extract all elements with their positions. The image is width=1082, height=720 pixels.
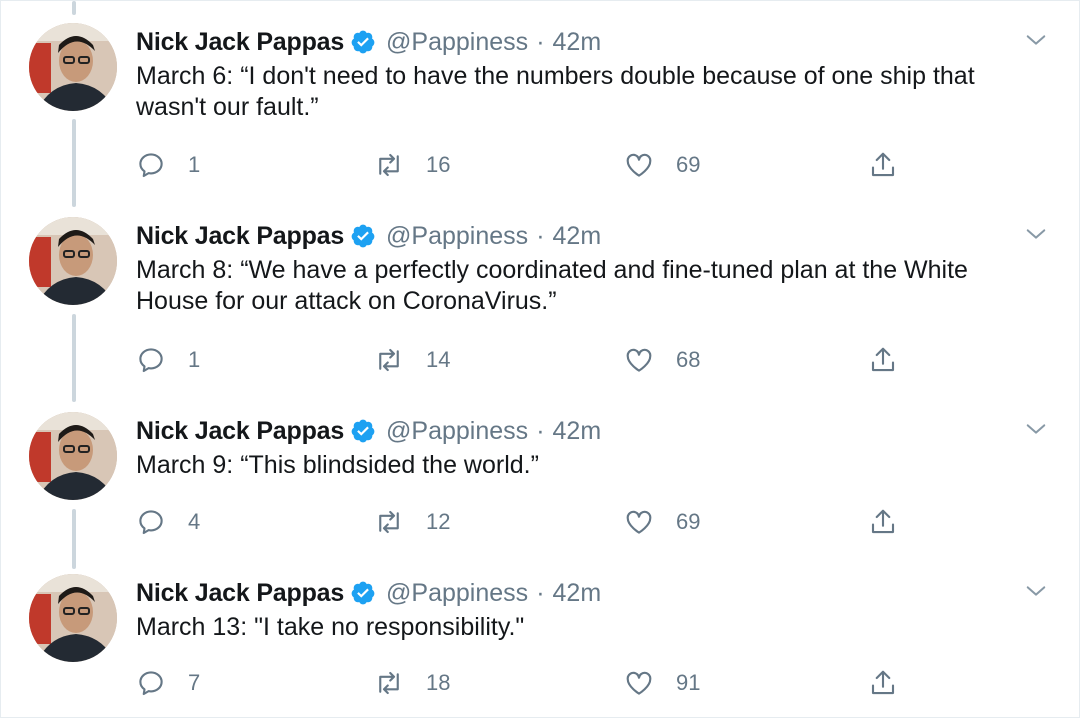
like-count: 91 [676, 670, 701, 695]
author-name[interactable]: Nick Jack Pappas [136, 417, 344, 446]
retweet-count: 18 [426, 670, 451, 695]
retweet-icon [379, 348, 399, 372]
share-button[interactable] [868, 506, 898, 538]
tweet-actions: 1 14 68 [136, 344, 936, 376]
verified-badge-icon [351, 30, 375, 54]
chevron-down-icon[interactable] [1025, 418, 1047, 440]
tweet-actions: 1 16 69 [136, 149, 936, 181]
retweet-button[interactable]: 14 [374, 344, 450, 376]
retweet-icon [379, 671, 399, 695]
retweet-button[interactable]: 18 [374, 667, 450, 699]
reply-button[interactable]: 1 [136, 149, 200, 181]
like-count: 69 [676, 509, 701, 534]
retweet-icon [379, 153, 399, 177]
author-handle[interactable]: @Pappiness [386, 417, 528, 446]
tweet-header: Nick Jack Pappas @Pappiness · 42m [136, 414, 601, 448]
tweet[interactable]: Nick Jack Pappas @Pappiness · 42m March … [1, 574, 1081, 714]
share-button[interactable] [868, 667, 898, 699]
chevron-down-icon[interactable] [1025, 223, 1047, 245]
separator-dot: · [536, 578, 545, 607]
retweet-count: 16 [426, 152, 451, 177]
avatar[interactable] [29, 412, 117, 500]
share-button[interactable] [868, 344, 898, 376]
like-button[interactable]: 91 [624, 667, 700, 699]
verified-badge-icon [351, 581, 375, 605]
share-icon [871, 152, 895, 177]
author-name[interactable]: Nick Jack Pappas [136, 579, 344, 608]
reply-icon [139, 153, 163, 178]
tweet-timestamp[interactable]: 42m [553, 222, 602, 251]
author-handle[interactable]: @Pappiness [386, 579, 528, 608]
tweet-header: Nick Jack Pappas @Pappiness · 42m [136, 25, 601, 59]
separator-dot: · [536, 27, 545, 56]
tweet-text-line: wasn't our fault.” [136, 93, 319, 121]
tweet-text: March 8: “We have a perfectly coordinate… [136, 255, 1048, 317]
share-icon [871, 347, 895, 372]
author-name[interactable]: Nick Jack Pappas [136, 28, 344, 57]
tweet-text-line: March 8: “We have a perfectly coordinate… [136, 256, 968, 284]
like-button[interactable]: 69 [624, 149, 700, 181]
heart-icon [626, 510, 652, 534]
tweet-actions: 4 12 69 [136, 506, 936, 538]
share-icon [871, 670, 895, 695]
tweet-text-line: March 13: "I take no responsibility." [136, 613, 525, 641]
avatar[interactable] [29, 217, 117, 305]
author-handle[interactable]: @Pappiness [386, 28, 528, 57]
author-name[interactable]: Nick Jack Pappas [136, 222, 344, 251]
tweet[interactable]: Nick Jack Pappas @Pappiness · 42m March … [1, 23, 1081, 193]
avatar[interactable] [29, 23, 117, 111]
heart-icon [626, 153, 652, 177]
chevron-down-icon[interactable] [1025, 29, 1047, 51]
reply-icon [139, 510, 163, 535]
share-button[interactable] [868, 149, 898, 181]
tweet-text: March 9: “This blindsided the world.” [136, 450, 1048, 481]
tweet-header: Nick Jack Pappas @Pappiness · 42m [136, 219, 601, 253]
reply-count: 1 [188, 152, 201, 177]
reply-count: 7 [188, 670, 201, 695]
thread-connector [72, 1, 76, 15]
like-count: 69 [676, 152, 701, 177]
heart-icon [626, 348, 652, 372]
tweet-actions: 7 18 91 [136, 667, 936, 699]
reply-icon [139, 671, 163, 696]
author-handle[interactable]: @Pappiness [386, 222, 528, 251]
reply-button[interactable]: 4 [136, 506, 200, 538]
heart-icon [626, 671, 652, 695]
tweet-text-line: March 6: “I don't need to have the numbe… [136, 62, 975, 90]
separator-dot: · [536, 221, 545, 250]
reply-count: 1 [188, 347, 201, 372]
retweet-count: 14 [426, 347, 451, 372]
like-button[interactable]: 68 [624, 344, 700, 376]
reply-icon [139, 348, 163, 373]
tweet-text: March 13: "I take no responsibility." [136, 612, 1048, 643]
avatar[interactable] [29, 574, 117, 662]
reply-button[interactable]: 1 [136, 344, 200, 376]
tweet[interactable]: Nick Jack Pappas @Pappiness · 42m March … [1, 412, 1081, 552]
retweet-button[interactable]: 12 [374, 506, 450, 538]
verified-badge-icon [351, 419, 375, 443]
tweet-timestamp[interactable]: 42m [553, 28, 602, 57]
verified-badge-icon [351, 224, 375, 248]
reply-button[interactable]: 7 [136, 667, 200, 699]
tweet-thread: Nick Jack Pappas @Pappiness · 42m March … [0, 0, 1080, 718]
tweet-timestamp[interactable]: 42m [553, 417, 602, 446]
retweet-button[interactable]: 16 [374, 149, 450, 181]
tweet[interactable]: Nick Jack Pappas @Pappiness · 42m March … [1, 217, 1081, 387]
separator-dot: · [536, 416, 545, 445]
like-button[interactable]: 69 [624, 506, 700, 538]
retweet-icon [379, 510, 399, 534]
tweet-text-line: March 9: “This blindsided the world.” [136, 451, 539, 479]
share-icon [871, 509, 895, 534]
tweet-text: March 6: “I don't need to have the numbe… [136, 61, 1048, 123]
retweet-count: 12 [426, 509, 451, 534]
tweet-header: Nick Jack Pappas @Pappiness · 42m [136, 576, 601, 610]
reply-count: 4 [188, 509, 201, 534]
like-count: 68 [676, 347, 701, 372]
tweet-timestamp[interactable]: 42m [553, 579, 602, 608]
tweet-text-line: House for our attack on CoronaVirus.” [136, 287, 557, 315]
chevron-down-icon[interactable] [1025, 580, 1047, 602]
